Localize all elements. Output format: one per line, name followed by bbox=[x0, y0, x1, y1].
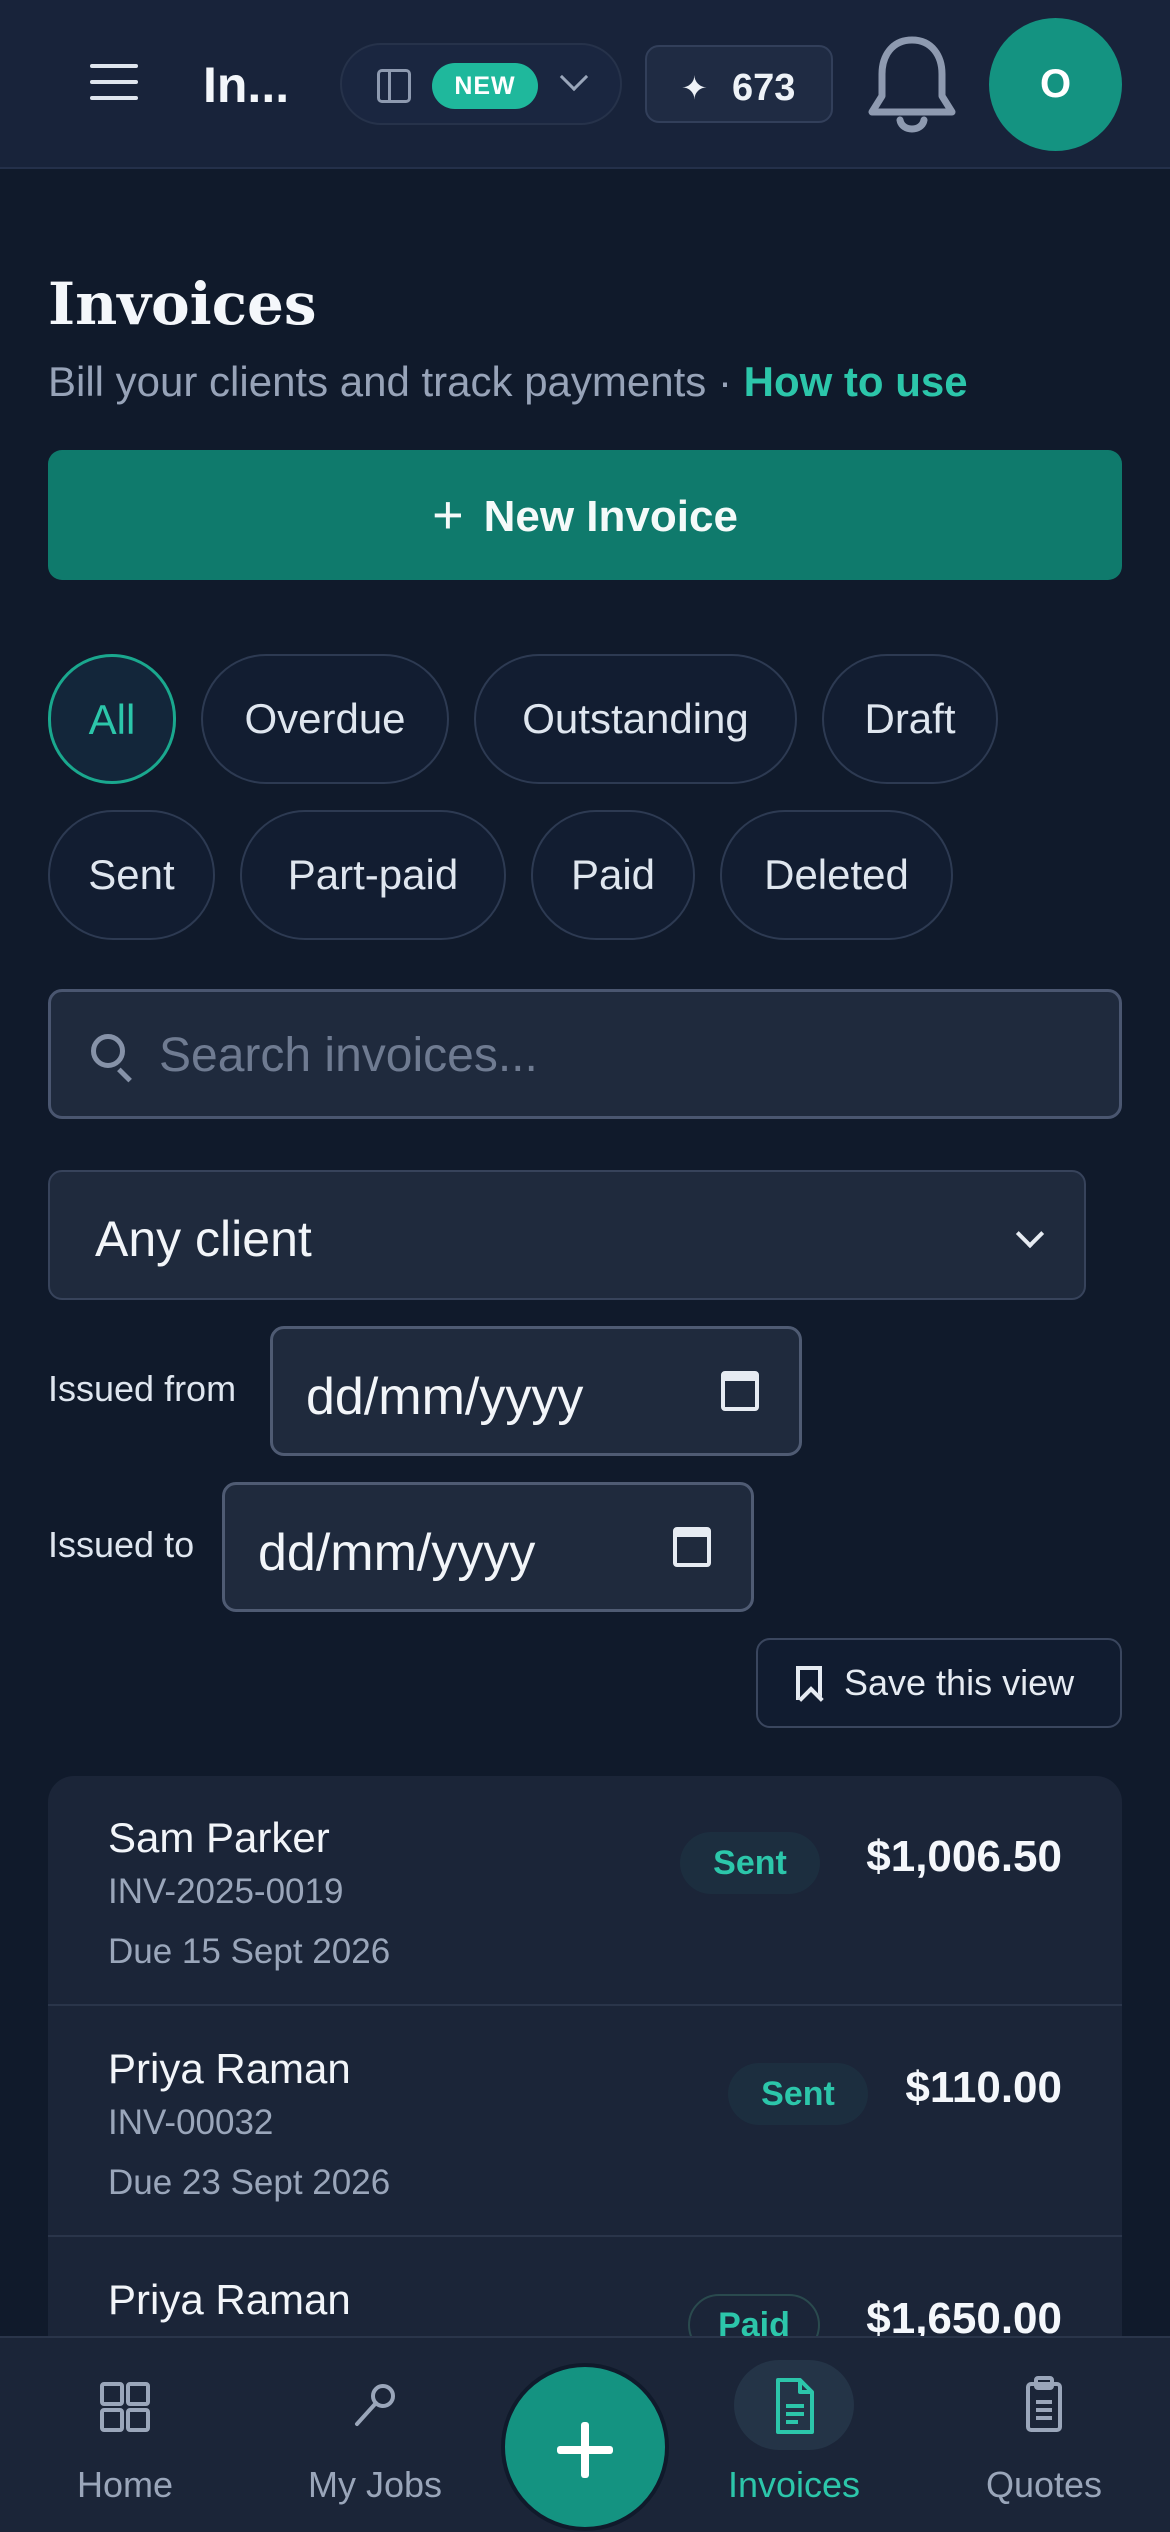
new-invoice-label: New Invoice bbox=[483, 492, 738, 541]
date-placeholder: dd/mm/yyyy bbox=[306, 1368, 584, 1426]
invoice-number: INV-00032 bbox=[108, 2103, 274, 2142]
status-badge: Sent bbox=[728, 2063, 868, 2125]
search-input[interactable] bbox=[159, 1020, 1059, 1090]
issued-to-label: Issued to bbox=[48, 1524, 195, 1565]
top-bar: In... NEW ✦ 673 O bbox=[0, 0, 1170, 169]
credits-count: 673 bbox=[732, 67, 796, 109]
invoice-due-date: Due 15 Sept 2026 bbox=[108, 1932, 391, 1971]
invoice-due-date: Due 23 Sept 2026 bbox=[108, 2163, 391, 2202]
issued-from-date-input[interactable]: dd/mm/yyyy bbox=[270, 1326, 802, 1456]
invoice-client: Sam Parker bbox=[108, 1814, 330, 1861]
client-select[interactable]: Any client bbox=[48, 1170, 1086, 1300]
nav-item-my-jobs[interactable]: My Jobs bbox=[255, 2338, 495, 2532]
search-icon bbox=[91, 1034, 125, 1068]
subtitle-text: Bill your clients and track payments · bbox=[48, 358, 744, 405]
search-field[interactable] bbox=[48, 989, 1122, 1119]
nav-item-home[interactable]: Home bbox=[5, 2338, 245, 2532]
issued-to-date-input[interactable]: dd/mm/yyyy bbox=[222, 1482, 754, 1612]
nav-label: Quotes bbox=[985, 2464, 1103, 2505]
invoice-number: INV-2025-0019 bbox=[108, 1872, 344, 1911]
layout-switcher[interactable]: NEW bbox=[340, 43, 622, 125]
invoice-amount: $1,006.50 bbox=[866, 1832, 1062, 1881]
new-invoice-button[interactable]: + New Invoice bbox=[48, 450, 1122, 580]
bell-icon[interactable] bbox=[862, 32, 962, 140]
invoice-amount: $110.00 bbox=[905, 2063, 1062, 2112]
how-to-use-link[interactable]: How to use bbox=[744, 358, 968, 405]
status-badge: Paid bbox=[688, 2294, 820, 2336]
chevron-down-icon bbox=[559, 62, 589, 92]
calendar-icon[interactable] bbox=[673, 1527, 711, 1567]
invoice-client: Priya Raman bbox=[108, 2276, 351, 2323]
calendar-icon[interactable] bbox=[721, 1371, 759, 1411]
filter-chip-overdue[interactable]: Overdue bbox=[201, 654, 449, 784]
filter-chip-sent[interactable]: Sent bbox=[48, 810, 215, 940]
invoice-row[interactable]: Priya Raman INV-00032 Due 23 Sept 2026 S… bbox=[48, 2007, 1122, 2237]
page-subtitle: Bill your clients and track payments · H… bbox=[48, 358, 968, 406]
invoice-amount: $1,650.00 bbox=[866, 2294, 1062, 2336]
client-select-value: Any client bbox=[95, 1211, 312, 1267]
clipboard-icon bbox=[984, 2360, 1104, 2450]
avatar[interactable]: O bbox=[989, 18, 1122, 151]
new-badge: NEW bbox=[432, 63, 538, 109]
sidebar-layout-icon bbox=[377, 69, 411, 103]
add-fab-button[interactable] bbox=[501, 2363, 669, 2531]
menu-icon[interactable] bbox=[90, 64, 138, 104]
filter-chip-part-paid[interactable]: Part-paid bbox=[240, 810, 506, 940]
document-icon bbox=[734, 2360, 854, 2450]
chevron-down-icon bbox=[1015, 1219, 1045, 1249]
plus-icon: + bbox=[432, 485, 464, 545]
invoice-client: Priya Raman bbox=[108, 2045, 351, 2092]
page-title: Invoices bbox=[48, 270, 317, 338]
invoice-row[interactable]: Priya Raman Paid $1,650.00 bbox=[48, 2238, 1122, 2336]
nav-label: Invoices bbox=[727, 2464, 861, 2505]
wrench-icon bbox=[315, 2360, 435, 2450]
date-placeholder: dd/mm/yyyy bbox=[258, 1524, 536, 1582]
save-view-button[interactable]: Save this view bbox=[756, 1638, 1122, 1728]
filter-chip-paid[interactable]: Paid bbox=[531, 810, 695, 940]
sparkle-icon: ✦ bbox=[681, 70, 708, 106]
grid-icon bbox=[65, 2360, 185, 2450]
invoice-list: Sam Parker INV-2025-0019 Due 15 Sept 202… bbox=[48, 1776, 1122, 2336]
bookmark-icon bbox=[796, 1666, 822, 1700]
status-badge: Sent bbox=[680, 1832, 820, 1894]
filter-chip-outstanding[interactable]: Outstanding bbox=[474, 654, 797, 784]
app-title: In... bbox=[203, 57, 290, 113]
issued-from-label: Issued from bbox=[48, 1368, 237, 1409]
credits-button[interactable]: ✦ 673 bbox=[645, 45, 833, 123]
nav-item-quotes[interactable]: Quotes bbox=[924, 2338, 1164, 2532]
save-view-label: Save this view bbox=[844, 1662, 1075, 1703]
invoice-row[interactable]: Sam Parker INV-2025-0019 Due 15 Sept 202… bbox=[48, 1776, 1122, 2006]
filter-chip-draft[interactable]: Draft bbox=[822, 654, 998, 784]
nav-label: Home bbox=[76, 2464, 174, 2505]
nav-item-invoices[interactable]: Invoices bbox=[674, 2338, 914, 2532]
filter-chip-all[interactable]: All bbox=[48, 654, 176, 784]
nav-label: My Jobs bbox=[307, 2464, 443, 2505]
filter-chip-deleted[interactable]: Deleted bbox=[720, 810, 953, 940]
